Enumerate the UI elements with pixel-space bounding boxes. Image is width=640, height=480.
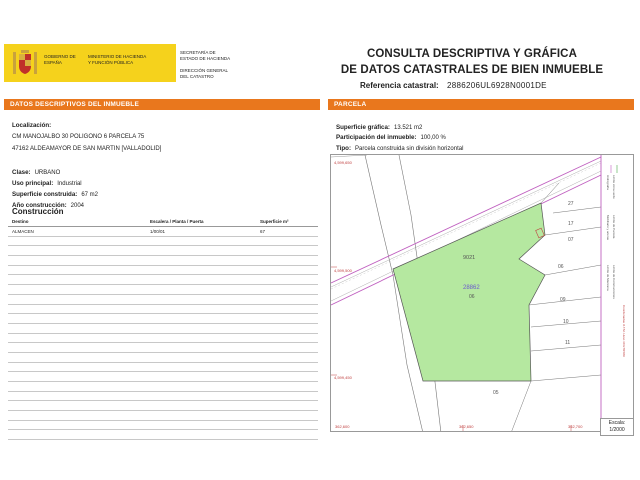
lot-label-07: 07 [568, 237, 574, 243]
lot-boundary [552, 206, 602, 214]
legend-item: Límite de Manzana [606, 265, 610, 291]
table-row-empty [8, 372, 318, 382]
title-line-2: DE DATOS CATASTRALES DE BIEN INMUEBLE [340, 64, 604, 76]
table-row-empty [8, 295, 318, 305]
lot-boundary [530, 374, 602, 382]
parcel-sub-label: 06 [469, 294, 475, 300]
table-row-empty [8, 392, 318, 402]
descriptive-data-bar: DATOS DESCRIPTIVOS DEL INMUEBLE [4, 99, 320, 110]
table-row-empty [8, 324, 318, 334]
table-row-empty [8, 343, 318, 353]
cadastral-map[interactable]: 9021 28862 06 27 17 07 06 09 10 11 05 4,… [330, 154, 634, 432]
parcel-number-label: 28862 [463, 285, 480, 291]
cadastral-reference: Referencia catastral: 2886206UL6928N0001… [360, 81, 610, 90]
type-label: Tipo: [336, 145, 352, 152]
parcel-bar: PARCELA [328, 99, 634, 110]
cell-destino: ALMACEN [12, 229, 34, 234]
spain-coat-of-arms-icon [13, 50, 37, 74]
table-row-empty [8, 246, 318, 257]
legend-item: Hidrografía [606, 175, 610, 190]
x-coord-left: 362,600 [335, 424, 350, 429]
location-line-2: 47162 ALDEAMAYOR DE SAN MARTIN [VALLADOL… [12, 146, 162, 152]
table-row-empty [8, 256, 318, 266]
legend-item: Límite zona verde [612, 175, 616, 199]
construction-title: Construcción [12, 207, 64, 216]
lot-label-27: 27 [568, 201, 574, 207]
lot-label-06: 06 [558, 264, 564, 270]
page-title: CONSULTA DESCRIPTIVA Y GRÁFICA DE DATOS … [340, 46, 604, 78]
table-row-empty [8, 411, 318, 421]
table-row-empty [8, 285, 318, 295]
lot-label-09: 09 [560, 297, 566, 303]
title-line-1: CONSULTA DESCRIPTIVA Y GRÁFICA [366, 48, 577, 60]
map-drawing: 9021 28862 06 27 17 07 06 09 10 11 05 4,… [331, 155, 626, 431]
table-row-empty [8, 237, 318, 247]
lot-label-11: 11 [565, 340, 570, 346]
table-row-empty [8, 421, 318, 431]
lot-boundary [544, 264, 602, 276]
y-coord-top: 4,599,650 [334, 160, 353, 165]
type-value: Parcela construida sin división horizont… [355, 146, 464, 152]
descriptive-data-panel: Localización: CM MANOJALBO 30 POLIGONO 6… [4, 110, 320, 441]
lot-label-05: 05 [493, 390, 499, 396]
lot-label-10: 10 [563, 319, 569, 325]
table-row-empty [8, 275, 318, 286]
coordinate-system-text: Coordenadas U.T.M. Huso 30 ETRS89 [622, 305, 626, 357]
legend-item: Límite de Construcciones [612, 265, 616, 299]
table-row-empty [8, 353, 318, 363]
scale-label: Escala: [608, 420, 626, 426]
header-destino: Destino [12, 219, 29, 224]
header-escalera: Escalera / Planta / Puerta [150, 219, 204, 224]
location-label: Localización: [12, 122, 52, 129]
legend-item: Mobiliario y aceras [606, 215, 610, 241]
scale-box: Escala: 1/2000 [600, 418, 634, 436]
lot-boundary [511, 380, 532, 431]
year-value: 2004 [70, 203, 85, 209]
table-row-empty [8, 382, 318, 392]
x-coord-right: 362,700 [568, 424, 583, 429]
ref-label: Referencia catastral: [360, 81, 439, 90]
table-row-empty [8, 334, 318, 344]
document-header: GOBIERNO DE ESPAÑA MINISTERIO DE HACIEND… [0, 0, 640, 96]
table-row-empty [8, 305, 318, 315]
header-superficie: Superficie m² [260, 219, 289, 224]
table-row-empty [8, 314, 318, 324]
lot-label-17: 17 [568, 221, 574, 227]
secretariat-text: SECRETARÍA DE ESTADO DE HACIENDA [180, 50, 231, 61]
ref-value: 2886206UL6928N0001DE [446, 81, 547, 90]
map-legend: Hidrografía Límite zona verde Mobiliario… [606, 165, 626, 357]
boundary-line [331, 155, 368, 158]
table-row-empty [8, 430, 318, 441]
scale-value: 1/2000 [609, 427, 625, 433]
ministry-name-text: MINISTERIO DE HACIENDA Y FUNCIÓN PÚBLICA [88, 54, 147, 65]
parcel-polygon[interactable] [392, 202, 546, 382]
table-row-empty [8, 363, 318, 373]
cell-superficie: 67 [260, 229, 266, 234]
table-row-empty [8, 266, 318, 276]
x-coord-middle: 362,650 [459, 424, 474, 429]
table-row-empty [8, 401, 318, 412]
construction-table: Destino Escalera / Planta / Puerta Super… [8, 217, 318, 441]
y-coord-bottom: 4,599,450 [334, 375, 353, 380]
gov-name-text: GOBIERNO DE ESPAÑA [44, 54, 76, 65]
lot-boundary [544, 226, 602, 236]
road-number-label: 9021 [463, 255, 475, 261]
table-header: Destino Escalera / Planta / Puerta Super… [8, 217, 318, 227]
table-row: ALMACEN 1/00/01 67 [8, 227, 318, 237]
type-row: Tipo: Parcela construida sin división hor… [336, 137, 463, 155]
location-line-1: CM MANOJALBO 30 POLIGONO 6 PARCELA 75 [12, 134, 145, 140]
cell-escalera: 1/00/01 [150, 229, 166, 234]
empty-table-rows [8, 237, 318, 441]
y-coord-middle: 4,599,500 [334, 268, 353, 273]
direction-text: DIRECCIÓN GENERAL DEL CATASTRO [180, 68, 228, 79]
government-logo-block: GOBIERNO DE ESPAÑA MINISTERIO DE HACIEND… [4, 44, 230, 82]
legend-item: Límite de Parcela [612, 215, 616, 239]
